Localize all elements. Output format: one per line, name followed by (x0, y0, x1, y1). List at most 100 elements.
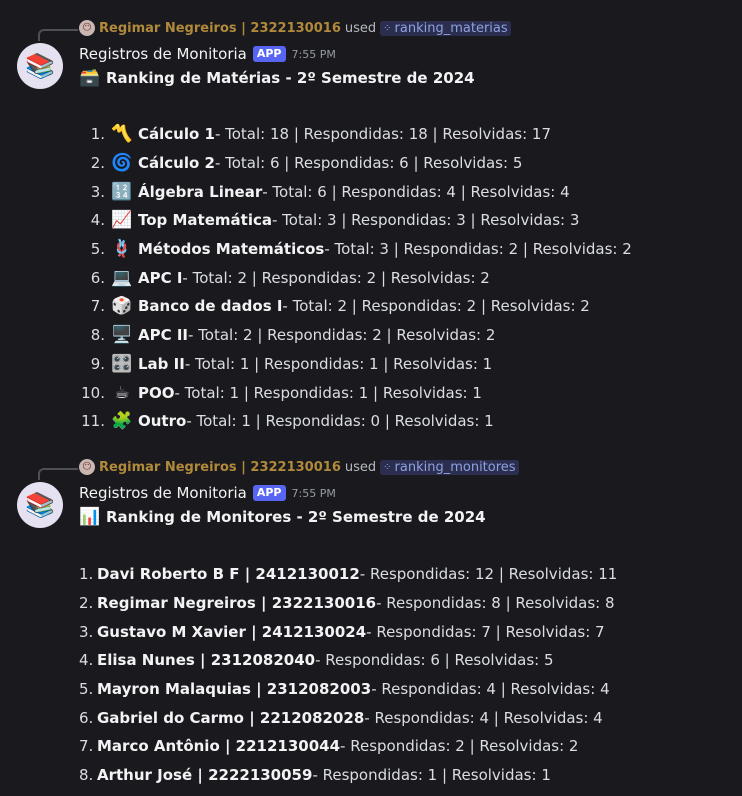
list-item: 6. Gabriel do Carmo | 2212082028 - Respon… (79, 703, 617, 732)
item-number: 6. (90, 268, 105, 287)
slash-command[interactable]: ⁘ ranking_materias (380, 20, 511, 36)
bot-name[interactable]: Registros de Monitoria (79, 484, 247, 502)
hot-beverage-icon: ☕ (114, 382, 130, 403)
subject-stats: - Total: 2 | Respondidas: 2 | Resolvidas… (282, 297, 590, 316)
reply-context[interactable]: 😶 Regimar Negreiros | 2322130016 used ⁘ … (79, 458, 519, 476)
reply-connector (38, 468, 78, 480)
subject-stats: - Total: 1 | Respondidas: 0 | Resolvidas… (186, 412, 494, 431)
reply-used-text: used (344, 459, 377, 475)
subject-stats: - Total: 2 | Respondidas: 2 | Resolvidas… (182, 268, 490, 287)
subject-stats: - Total: 6 | Respondidas: 6 | Resolvidas… (214, 154, 523, 173)
item-number: 7. (79, 737, 94, 756)
message-header: Registros de Monitoria APP 7:55 PM (79, 44, 336, 64)
slash-command-name: ranking_monitores (394, 459, 516, 475)
list-item: 1. Davi Roberto B F | 2412130012 - Respon… (79, 560, 617, 589)
chart-increasing-icon: 📈 (111, 210, 133, 231)
list-item: 7. Marco Antônio | 2212130044 - Respondid… (79, 732, 617, 761)
ranking-title: 🗃️ Ranking de Matérias - 2º Semestre de … (79, 66, 475, 90)
reply-user-avatar[interactable]: 😶 (79, 20, 95, 36)
monitor-name: Elisa Nunes | 2312082040 (97, 651, 316, 670)
subject-name: APC I (138, 268, 183, 287)
monitor-stats: - Respondidas: 8 | Resolvidas: 8 (376, 594, 615, 613)
subject-name: Álgebra Linear (138, 182, 263, 201)
subject-name: Lab II (138, 354, 185, 373)
bot-avatar[interactable]: 📚 (17, 482, 63, 528)
card-file-box-icon: 🗃️ (79, 68, 101, 88)
item-number: 5. (79, 680, 94, 699)
item-number: 7. (90, 297, 105, 316)
reply-user-name[interactable]: Regimar Negreiros | 2322130016 (99, 21, 341, 36)
subject-name: Banco de dados I (138, 297, 283, 316)
monitor-stats: - Respondidas: 12 | Resolvidas: 11 (359, 565, 618, 584)
monitor-name: Mayron Malaquias | 2312082003 (97, 680, 372, 699)
monitor-name: Gustavo M Xavier | 2412130024 (97, 622, 367, 641)
monitor-name: Regimar Negreiros | 2322130016 (97, 594, 377, 613)
message-timestamp[interactable]: 7:55 PM (292, 48, 336, 61)
list-item: 2. Regimar Negreiros | 2322130016 - Respo… (79, 589, 617, 618)
item-number: 1. (79, 565, 94, 584)
reply-user-name[interactable]: Regimar Negreiros | 2322130016 (99, 460, 341, 475)
item-number: 2. (90, 154, 105, 173)
slash-command-name: ranking_materias (394, 20, 508, 36)
books-icon: 📚 (25, 491, 55, 519)
reply-user-avatar[interactable]: 😶 (79, 459, 95, 475)
command-icon: ⁘ (383, 22, 392, 34)
app-badge: APP (252, 46, 286, 62)
monitor-stats: - Respondidas: 6 | Resolvidas: 5 (315, 651, 554, 670)
list-item: 10. ☕ POO - Total: 1 | Respondidas: 1 | Re… (79, 378, 632, 407)
subject-ranking-list: 1. 〽️ Cálculo 1 - Total: 18 | Respondidas:… (79, 120, 632, 436)
list-item: 2. 🌀 Cálculo 2 - Total: 6 | Respondidas: 6… (79, 149, 632, 178)
bot-name[interactable]: Registros de Monitoria (79, 45, 247, 63)
subject-name: Cálculo 2 (138, 154, 215, 173)
monitor-name: Marco Antônio | 2212130044 (97, 737, 341, 756)
subject-stats: - Total: 18 | Respondidas: 18 | Resolvid… (214, 125, 551, 144)
subject-stats: - Total: 1 | Respondidas: 1 | Resolvidas… (184, 354, 493, 373)
subject-stats: - Total: 3 | Respondidas: 2 | Resolvidas… (324, 240, 632, 259)
desktop-computer-icon: 🖥️ (111, 325, 133, 346)
reply-context[interactable]: 😶 Regimar Negreiros | 2322130016 used ⁘ … (79, 19, 511, 37)
list-item: 11. 🧩 Outro - Total: 1 | Respondidas: 0 | … (79, 407, 632, 436)
control-knobs-icon: 🎛️ (111, 353, 133, 374)
part-alternation-mark-icon: 〽️ (111, 124, 133, 145)
list-item: 9. 🎛️ Lab II - Total: 1 | Respondidas: 1 |… (79, 350, 632, 379)
numbers-icon: 🔢 (111, 181, 133, 202)
ranking-title-text: Ranking de Matérias - 2º Semestre de 202… (106, 69, 475, 87)
monitor-name: Gabriel do Carmo | 2212082028 (97, 708, 365, 727)
list-item: 8. Arthur José | 2222130059 - Respondidas… (79, 761, 617, 790)
list-item: 1. 〽️ Cálculo 1 - Total: 18 | Respondidas:… (79, 120, 632, 149)
list-item: 3. 🔢 Álgebra Linear - Total: 6 | Respondid… (79, 177, 632, 206)
cyclone-icon: 🌀 (111, 153, 133, 174)
subject-stats: - Total: 2 | Respondidas: 2 | Resolvidas… (188, 326, 496, 345)
monitor-stats: - Respondidas: 1 | Resolvidas: 1 (312, 766, 551, 785)
subject-name: POO (138, 383, 175, 402)
list-item: 4. 📈 Top Matemática - Total: 3 | Respondid… (79, 206, 632, 235)
books-icon: 📚 (25, 52, 55, 80)
dice-icon: 🎲 (111, 296, 133, 317)
message-timestamp[interactable]: 7:55 PM (292, 487, 336, 500)
laptop-icon: 💻 (111, 267, 133, 288)
item-number: 4. (90, 211, 105, 230)
list-item: 6. 💻 APC I - Total: 2 | Respondidas: 2 | R… (79, 263, 632, 292)
subject-stats: - Total: 6 | Respondidas: 4 | Resolvidas… (262, 182, 570, 201)
puzzle-piece-icon: 🧩 (111, 411, 133, 432)
monitor-stats: - Respondidas: 7 | Resolvidas: 7 (366, 622, 605, 641)
item-number: 9. (90, 354, 105, 373)
list-item: 3. Gustavo M Xavier | 2412130024 - Respon… (79, 617, 617, 646)
item-number: 5. (90, 240, 105, 259)
item-number: 3. (79, 622, 94, 641)
list-item: 7. 🎲 Banco de dados I - Total: 2 | Respond… (79, 292, 632, 321)
item-number: 8. (90, 326, 105, 345)
reply-connector (38, 29, 78, 41)
slash-command[interactable]: ⁘ ranking_monitores (380, 459, 519, 475)
item-number: 4. (79, 651, 94, 670)
command-icon: ⁘ (383, 461, 392, 473)
monitor-ranking-list: 1. Davi Roberto B F | 2412130012 - Respon… (79, 560, 617, 790)
knot-icon: 🪢 (111, 239, 133, 260)
list-item: 5. Mayron Malaquias | 2312082003 - Respon… (79, 675, 617, 704)
ranking-title-text: Ranking de Monitores - 2º Semestre de 20… (106, 508, 486, 526)
item-number: 8. (79, 766, 94, 785)
subject-name: APC II (138, 326, 188, 345)
bot-avatar[interactable]: 📚 (17, 43, 63, 89)
item-number: 3. (90, 182, 105, 201)
list-item: 4. Elisa Nunes | 2312082040 - Respondidas… (79, 646, 617, 675)
